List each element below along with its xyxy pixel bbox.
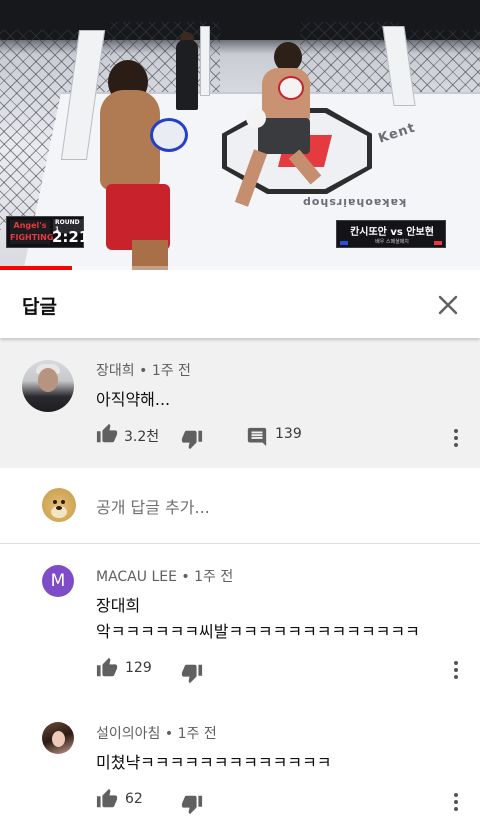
match-subtitle: 배우 스페셜매치: [375, 239, 409, 245]
boxing-glove: [278, 76, 304, 100]
scoreboard-brand: Angel's FIGHTING: [10, 220, 54, 244]
replies-title: 답글: [22, 296, 57, 318]
avatar-face: [52, 731, 65, 747]
more-options-icon[interactable]: [453, 661, 459, 681]
avatar[interactable]: [42, 722, 74, 754]
replies-header: 답글: [0, 270, 480, 338]
avatar-face: [38, 368, 58, 392]
like-count: 62: [125, 791, 143, 807]
close-icon[interactable]: [433, 290, 463, 320]
reply-author[interactable]: 설이의아침: [96, 726, 160, 742]
meta-separator: •: [139, 363, 148, 379]
parent-comment: 장대희 • 1주 전 아직약해... 3.2천 139: [0, 338, 480, 468]
thumbs-up-icon[interactable]: [96, 657, 118, 679]
reply-text: 미쳤냑ㅋㅋㅋㅋㅋㅋㅋㅋㅋㅋㅋㅋㅋ: [96, 753, 332, 772]
comment-text: 아직약해...: [96, 390, 171, 409]
reply-text: 악ㅋㅋㅋㅋㅋㅋ씨발ㅋㅋㅋㅋㅋㅋㅋㅋㅋㅋㅋㅋㅋ: [96, 622, 420, 641]
like-count: 129: [125, 660, 152, 676]
like-count: 3.2천: [124, 429, 160, 445]
reply-author[interactable]: MACAU LEE: [96, 569, 177, 585]
fighter-names-box: 칸시또안 vs 안보현 배우 스페셜매치: [336, 220, 446, 248]
more-options-icon[interactable]: [453, 429, 459, 449]
thumbs-down-icon[interactable]: [181, 662, 203, 684]
reply-text: 장대희: [96, 596, 141, 615]
red-corner-marker: [434, 241, 442, 245]
thumbs-down-icon[interactable]: [181, 793, 203, 815]
reply-count: 139: [275, 426, 302, 442]
reply-meta: MACAU LEE • 1주 전: [96, 566, 233, 586]
cage-post: [200, 26, 210, 96]
boxing-glove: [150, 118, 188, 152]
avatar-eye: [61, 500, 65, 504]
reply-input[interactable]: 공개 답글 추가...: [96, 494, 436, 518]
thumbs-up-icon[interactable]: [96, 423, 118, 445]
user-avatar: [42, 488, 76, 522]
comment-author[interactable]: 장대희: [96, 363, 135, 379]
mat-text: kakaohairshop: [302, 196, 407, 209]
thumbs-up-icon[interactable]: [96, 788, 118, 810]
video-player[interactable]: Kent kakaohairshop Angel's FIGHTING ROUN…: [0, 0, 480, 270]
fighter-names: 칸시또안 vs 안보현: [350, 227, 434, 238]
avatar-nose: [56, 506, 62, 510]
avatar[interactable]: M: [42, 565, 74, 597]
comment-meta: 장대희 • 1주 전: [96, 360, 191, 380]
comment-time: 1주 전: [151, 363, 191, 379]
boxing-glove: [246, 108, 266, 128]
thumbs-down-icon[interactable]: [181, 428, 203, 450]
round-timer: 2:21: [52, 228, 90, 246]
add-reply-row: 공개 답글 추가...: [0, 468, 480, 544]
fighter-right-shorts: [258, 118, 310, 154]
reply-meta: 설이의아침 • 1주 전: [96, 723, 217, 743]
comment-icon[interactable]: [246, 426, 268, 448]
meta-separator: •: [164, 726, 174, 742]
avatar-eye: [53, 500, 57, 504]
scoreboard: Angel's FIGHTING ROUND 1 2:21: [6, 216, 89, 248]
meta-separator: •: [181, 569, 190, 585]
reply-time: 1주 전: [177, 726, 217, 742]
referee: [176, 40, 198, 110]
avatar[interactable]: [22, 360, 74, 412]
more-options-icon[interactable]: [453, 793, 459, 813]
reply-time: 1주 전: [194, 569, 234, 585]
